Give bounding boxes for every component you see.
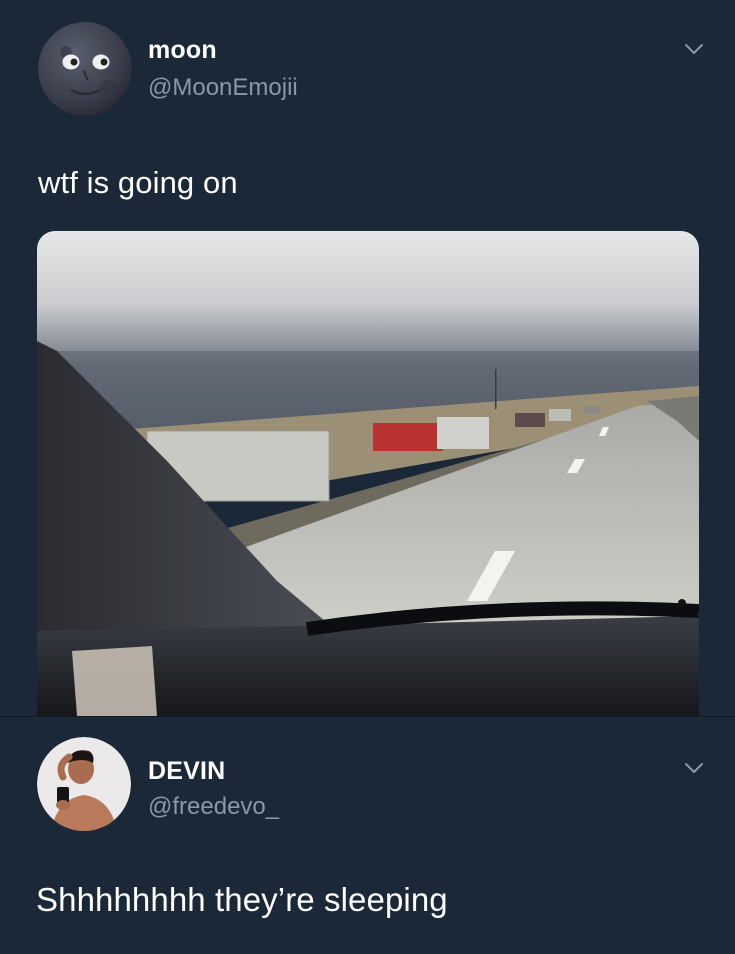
- tweet-text: Shhhhhhhh they’re sleeping: [36, 881, 448, 918]
- avatar[interactable]: [37, 737, 131, 831]
- tweet: moon @MoonEmojii wtf is going on: [0, 0, 735, 716]
- tweet-text: wtf is going on: [38, 165, 238, 200]
- display-name[interactable]: moon: [148, 36, 217, 65]
- highway-photo: [37, 231, 699, 716]
- user-handle[interactable]: @MoonEmojii: [148, 74, 298, 102]
- chevron-down-icon[interactable]: [683, 38, 705, 60]
- reply-tweet: DEVIN @freedevo_ Shhhhhhhh they’re sleep…: [0, 716, 735, 954]
- user-handle[interactable]: @freedevo_: [148, 793, 279, 821]
- tweet-photo[interactable]: [37, 231, 699, 716]
- moon-face-icon: [38, 22, 132, 116]
- person-photo-avatar: [37, 737, 131, 831]
- chevron-down-icon[interactable]: [683, 757, 705, 779]
- display-name[interactable]: DEVIN: [148, 757, 225, 786]
- avatar[interactable]: [38, 22, 132, 116]
